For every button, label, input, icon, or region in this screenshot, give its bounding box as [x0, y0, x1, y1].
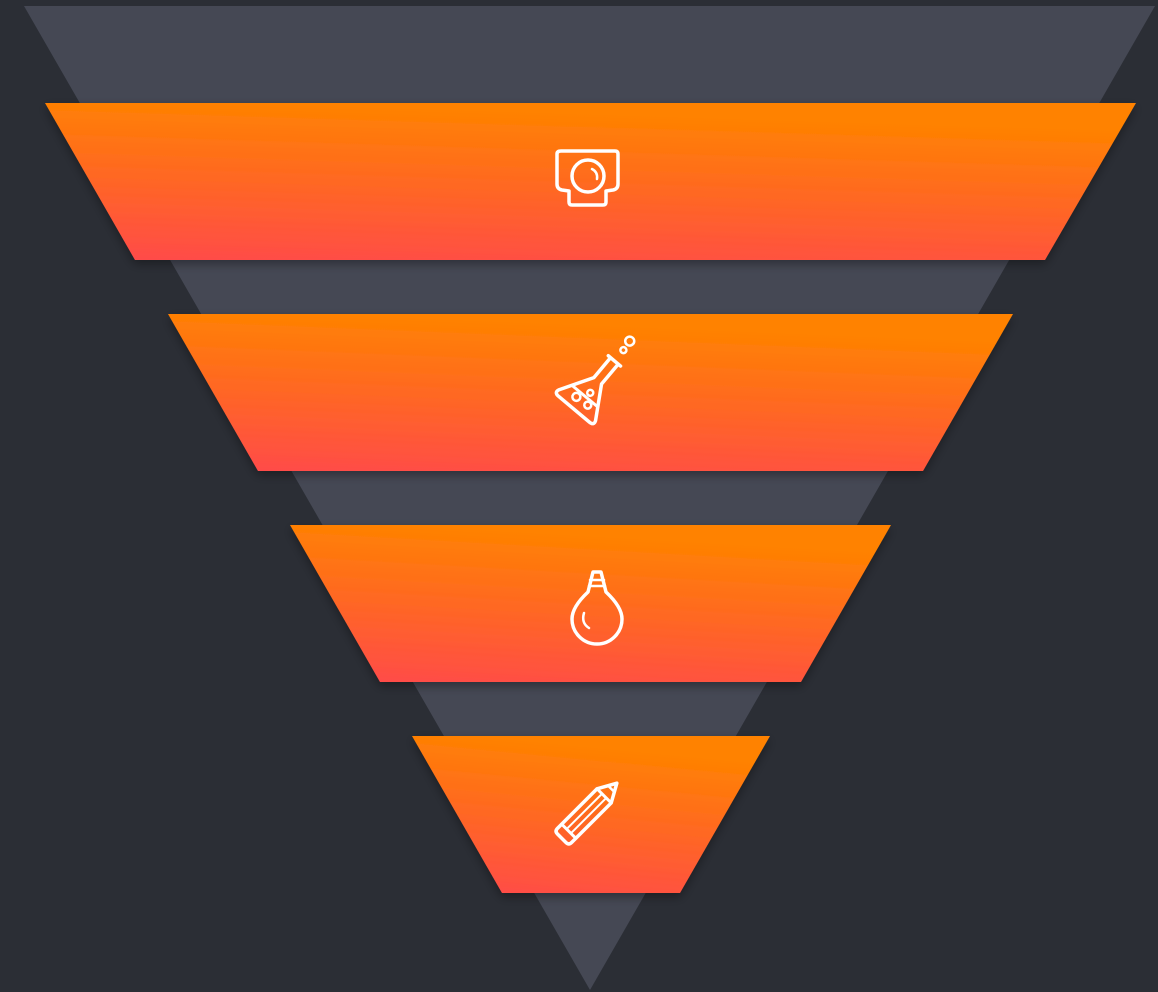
funnel-stage-3	[290, 525, 891, 682]
funnel-band-3	[290, 525, 891, 682]
funnel-stage-1	[45, 103, 1136, 260]
funnel-band-1	[45, 103, 1136, 260]
funnel-stage-4	[412, 736, 770, 893]
funnel-stage-2	[168, 314, 1013, 471]
funnel-band-2	[168, 314, 1013, 471]
funnel-diagram	[24, 6, 1155, 990]
